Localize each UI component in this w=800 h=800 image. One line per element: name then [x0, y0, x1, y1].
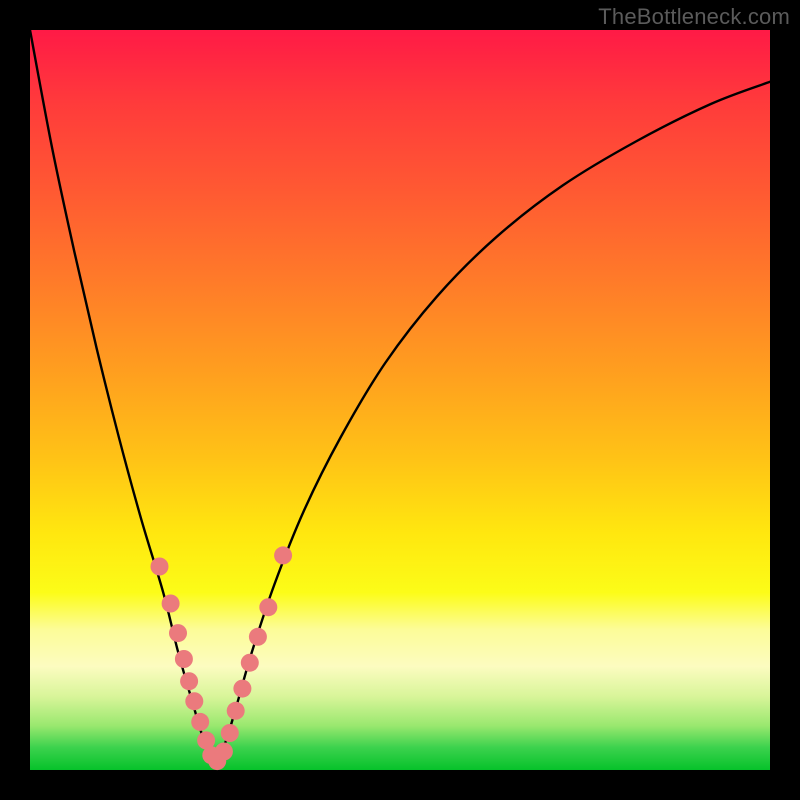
data-point — [227, 702, 245, 720]
data-point — [259, 598, 277, 616]
data-point — [241, 654, 259, 672]
data-point — [169, 624, 187, 642]
watermark-text: TheBottleneck.com — [598, 4, 790, 30]
data-point — [215, 743, 233, 761]
plot-area — [30, 30, 770, 770]
data-point — [249, 628, 267, 646]
bottleneck-curve — [30, 30, 770, 766]
curve-svg — [30, 30, 770, 770]
data-point — [151, 558, 169, 576]
data-point — [185, 692, 203, 710]
data-point — [180, 672, 198, 690]
marker-layer — [151, 546, 293, 770]
data-point — [175, 650, 193, 668]
data-point — [233, 680, 251, 698]
data-point — [221, 724, 239, 742]
data-point — [162, 595, 180, 613]
data-point — [191, 713, 209, 731]
chart-frame: TheBottleneck.com — [0, 0, 800, 800]
data-point — [274, 546, 292, 564]
